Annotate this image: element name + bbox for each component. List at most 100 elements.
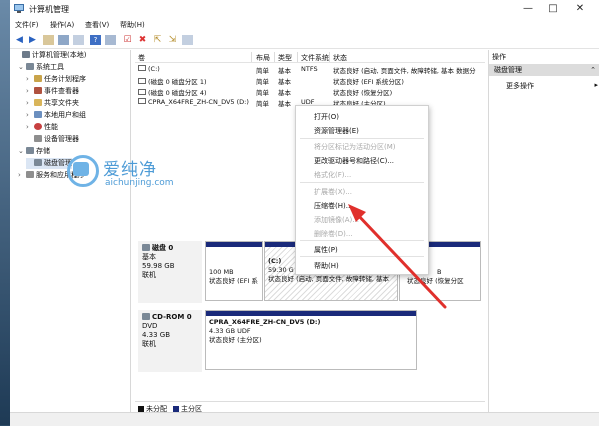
menu-item-properties[interactable]: 属性(P): [314, 245, 338, 255]
menu-separator: [300, 256, 424, 257]
chevron-up-icon: ⌃: [590, 66, 596, 74]
tree-item-disk-management[interactable]: 磁盘管理: [26, 158, 72, 169]
menu-item-change-drive-letter[interactable]: 更改驱动器号和路径(C)...: [314, 156, 394, 166]
menu-item-delete-volume: 删除卷(D)...: [314, 230, 353, 238]
toolbar: ◀ ▶ ? ☑ ✖ ⇱ ⇲: [10, 32, 599, 49]
menu-separator: [300, 182, 424, 183]
menu-item-format: 格式化(F)...: [314, 171, 352, 179]
clock-icon: [34, 75, 42, 82]
menu-separator: [300, 240, 424, 241]
column-header-type[interactable]: 类型: [278, 53, 292, 63]
checkbox-icon[interactable]: ☑: [122, 35, 133, 45]
actions-pane: 操作 磁盘管理 ⌃ 更多操作 ▸: [488, 50, 599, 412]
tree-item-device-manager[interactable]: 设备管理器: [26, 134, 79, 145]
pane-divider[interactable]: [130, 50, 131, 412]
minimize-button[interactable]: —: [516, 2, 540, 16]
column-header-layout[interactable]: 布局: [256, 53, 270, 63]
column-header-status[interactable]: 状态: [333, 53, 347, 63]
watermark: 爱纯净 aichunjing.com: [67, 155, 217, 195]
menu-item-shrink-volume[interactable]: 压缩卷(H)...: [314, 201, 352, 211]
watermark-text: 爱纯净: [103, 160, 157, 180]
device-manager-icon: [34, 135, 42, 142]
chevron-right-icon[interactable]: ›: [26, 123, 34, 131]
table-row[interactable]: (磁盘 0 磁盘分区 4) 简单 基本 状态良好 (恢复分区): [135, 86, 485, 97]
maximize-button[interactable]: □: [541, 2, 565, 16]
tools-icon: [26, 63, 34, 70]
import-icon[interactable]: ⇲: [167, 35, 178, 45]
menu-item-extend-volume: 扩展卷(X)...: [314, 188, 352, 196]
menu-help[interactable]: 帮助(H): [120, 20, 145, 30]
menu-item-help[interactable]: 帮助(H): [314, 261, 339, 271]
context-menu: 打开(O) 资源管理器(E) 将分区标记为活动分区(M) 更改驱动器号和路径(C…: [295, 105, 429, 275]
up-folder-icon[interactable]: [43, 35, 54, 45]
menu-item-add-mirror: 添加镜像(A)...: [314, 216, 359, 224]
computer-management-window: 计算机管理 — □ ✕ 文件(F) 操作(A) 查看(V) 帮助(H) ◀ ▶ …: [10, 0, 599, 426]
dvd-drive-icon: [142, 313, 150, 320]
menu-item-explorer[interactable]: 资源管理器(E): [314, 126, 359, 136]
menu-file[interactable]: 文件(F): [15, 20, 39, 30]
chevron-right-icon: ▸: [594, 81, 598, 89]
more-actions-link[interactable]: 更多操作 ▸: [506, 81, 598, 91]
chevron-right-icon[interactable]: ›: [26, 111, 34, 119]
volume-icon: [138, 78, 146, 84]
event-viewer-icon: [34, 87, 42, 94]
dvd-icon: [138, 98, 146, 104]
show-hide-tree-icon[interactable]: [58, 35, 69, 45]
help-icon[interactable]: ?: [90, 35, 101, 45]
chevron-right-icon[interactable]: ›: [26, 99, 34, 107]
tree-item-task-scheduler[interactable]: › 任务计划程序: [26, 74, 86, 85]
actions-disk-management[interactable]: 磁盘管理 ⌃: [489, 64, 599, 76]
users-icon: [34, 111, 42, 118]
close-button[interactable]: ✕: [568, 2, 592, 16]
window-title: 计算机管理: [29, 5, 69, 14]
chevron-right-icon[interactable]: ›: [26, 75, 34, 83]
computer-management-icon: [14, 4, 24, 13]
menu-action[interactable]: 操作(A): [50, 20, 74, 30]
computer-icon: [22, 51, 30, 58]
tree-item-performance[interactable]: › 性能: [26, 122, 58, 133]
chevron-right-icon[interactable]: ›: [26, 87, 34, 95]
status-bar: [10, 412, 599, 426]
tree-item-shared-folders[interactable]: › 共享文件夹: [26, 98, 79, 109]
chevron-right-icon[interactable]: ›: [18, 171, 26, 179]
column-header-volume[interactable]: 卷: [138, 53, 145, 63]
volume-icon: [138, 89, 146, 95]
tree-item-storage[interactable]: ⌄ 存储: [18, 146, 50, 157]
forward-arrow-icon[interactable]: ▶: [27, 35, 38, 45]
volume-list-header: 卷 布局 类型 文件系统 状态: [135, 52, 485, 63]
tree-item-event-viewer[interactable]: › 事件查看器: [26, 86, 79, 97]
tree-item-system-tools[interactable]: ⌄ 系统工具: [18, 62, 64, 73]
menu-item-open[interactable]: 打开(O): [314, 112, 339, 122]
partition-efi[interactable]: 100 MB 状态良好 (EFI 系: [205, 241, 263, 301]
cdrom-0-label[interactable]: CD-ROM 0 DVD 4.33 GB 联机: [138, 310, 202, 372]
properties-icon[interactable]: [73, 35, 84, 45]
title-bar: 计算机管理 — □ ✕: [10, 0, 599, 18]
view-icon[interactable]: [105, 35, 116, 45]
table-row[interactable]: (C:) 简单 基本 NTFS 状态良好 (启动, 页面文件, 故障转储, 基本…: [135, 64, 485, 75]
chevron-down-icon[interactable]: ⌄: [18, 63, 26, 71]
tree-item-local-users[interactable]: › 本地用户和组: [26, 110, 86, 121]
volume-icon: [138, 65, 146, 71]
tree-item-computer-management[interactable]: 计算机管理(本地): [14, 50, 86, 61]
list-view-icon[interactable]: [182, 35, 193, 45]
disk-icon: [142, 244, 150, 251]
menu-separator: [300, 138, 424, 139]
desktop-background: [0, 0, 10, 425]
performance-icon: [34, 123, 42, 130]
services-icon: [26, 171, 34, 178]
menu-bar: 文件(F) 操作(A) 查看(V) 帮助(H): [10, 18, 599, 32]
export-icon[interactable]: ⇱: [152, 35, 163, 45]
delete-icon[interactable]: ✖: [137, 35, 148, 45]
menu-view[interactable]: 查看(V): [85, 20, 109, 30]
back-arrow-icon[interactable]: ◀: [14, 35, 25, 45]
table-row[interactable]: (磁盘 0 磁盘分区 1) 简单 基本 状态良好 (EFI 系统分区): [135, 75, 485, 86]
chevron-down-icon[interactable]: ⌄: [18, 147, 26, 155]
watermark-url: aichunjing.com: [105, 178, 174, 188]
storage-icon: [26, 147, 34, 154]
disk-icon: [34, 159, 42, 166]
partition-dvd[interactable]: CPRA_X64FRE_ZH-CN_DV5 (D:) 4.33 GB UDF 状…: [205, 310, 417, 370]
actions-header: 操作: [492, 53, 506, 61]
folder-icon: [34, 99, 42, 106]
disk-0-label[interactable]: 磁盘 0 基本 59.98 GB 联机: [138, 241, 202, 303]
column-header-filesystem[interactable]: 文件系统: [301, 53, 329, 63]
